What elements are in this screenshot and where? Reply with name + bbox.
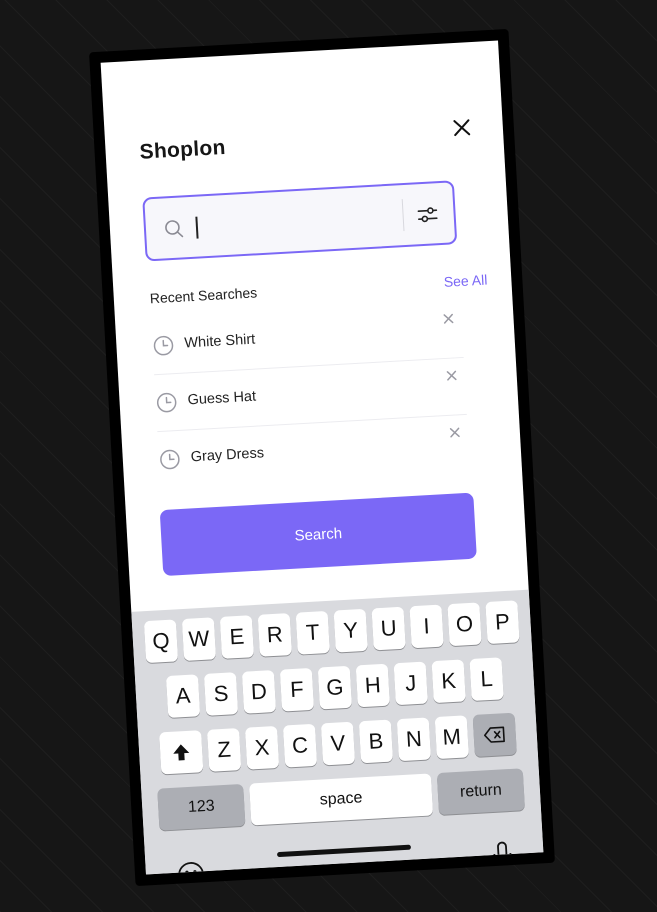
- keyboard-row-4: 123 space return: [141, 767, 541, 831]
- emoji-icon[interactable]: [175, 859, 207, 875]
- key[interactable]: A: [165, 674, 201, 718]
- home-indicator: [276, 844, 412, 858]
- key[interactable]: N: [396, 717, 432, 762]
- phone-frame: Shoplon Recent Searches See All White Sh…: [89, 28, 555, 887]
- key[interactable]: B: [358, 719, 394, 764]
- key[interactable]: W: [181, 617, 217, 662]
- key[interactable]: S: [203, 672, 239, 716]
- numbers-key[interactable]: 123: [157, 783, 246, 831]
- key[interactable]: F: [279, 667, 315, 712]
- key[interactable]: Q: [143, 619, 179, 664]
- keyboard-row-1: Q W E R T Y U I O P: [132, 600, 532, 664]
- keyboard: Q W E R T Y U I O P A S D F G H J K L Z …: [131, 589, 544, 875]
- remove-icon[interactable]: [441, 311, 456, 326]
- search-button[interactable]: Search: [159, 492, 477, 577]
- space-key[interactable]: space: [249, 773, 434, 826]
- keyboard-row-3: Z X C V B N M: [138, 711, 538, 775]
- key[interactable]: H: [355, 663, 390, 708]
- filter-icon[interactable]: [415, 202, 440, 227]
- return-key[interactable]: return: [436, 768, 526, 816]
- search-input[interactable]: [191, 201, 397, 245]
- keyboard-row-2: A S D F G H J K L: [135, 656, 535, 720]
- keyboard-bottom-bar: [144, 824, 543, 875]
- clock-icon: [156, 392, 177, 413]
- recent-searches-list: White Shirt Guess Hat Gray Dress: [150, 301, 470, 488]
- key[interactable]: K: [431, 659, 466, 704]
- screen: Shoplon Recent Searches See All White Sh…: [100, 40, 544, 875]
- see-all-link[interactable]: See All: [443, 272, 487, 290]
- close-icon[interactable]: [450, 116, 473, 139]
- key[interactable]: V: [320, 721, 356, 766]
- search-box[interactable]: [142, 180, 458, 262]
- remove-icon[interactable]: [447, 425, 462, 440]
- shift-key[interactable]: [159, 730, 204, 775]
- recent-item-label: Gray Dress: [190, 445, 265, 466]
- key[interactable]: T: [295, 610, 330, 655]
- key[interactable]: I: [409, 604, 444, 649]
- key[interactable]: Z: [207, 728, 242, 772]
- search-icon: [165, 220, 184, 238]
- key[interactable]: U: [371, 606, 406, 651]
- clock-icon: [160, 449, 180, 470]
- key[interactable]: L: [469, 657, 504, 702]
- recent-searches-label: Recent Searches: [149, 284, 258, 307]
- backspace-key[interactable]: [472, 712, 517, 757]
- key[interactable]: R: [257, 613, 292, 657]
- recent-item-label: Guess Hat: [187, 388, 257, 409]
- key[interactable]: C: [282, 723, 318, 768]
- app-title: Shoplon: [139, 135, 227, 164]
- recent-item-label: White Shirt: [183, 331, 256, 352]
- key[interactable]: G: [317, 665, 353, 710]
- key[interactable]: E: [219, 615, 255, 659]
- clock-icon: [153, 335, 174, 356]
- key[interactable]: J: [393, 661, 428, 706]
- backspace-icon: [483, 726, 505, 743]
- search-divider: [401, 199, 405, 232]
- shift-icon: [173, 744, 190, 761]
- key[interactable]: M: [434, 715, 469, 760]
- key[interactable]: X: [244, 725, 280, 770]
- remove-icon[interactable]: [444, 368, 459, 383]
- key[interactable]: O: [447, 602, 482, 647]
- key[interactable]: D: [241, 670, 277, 714]
- key[interactable]: P: [485, 600, 520, 645]
- microphone-icon[interactable]: [491, 840, 515, 871]
- key[interactable]: Y: [333, 608, 368, 653]
